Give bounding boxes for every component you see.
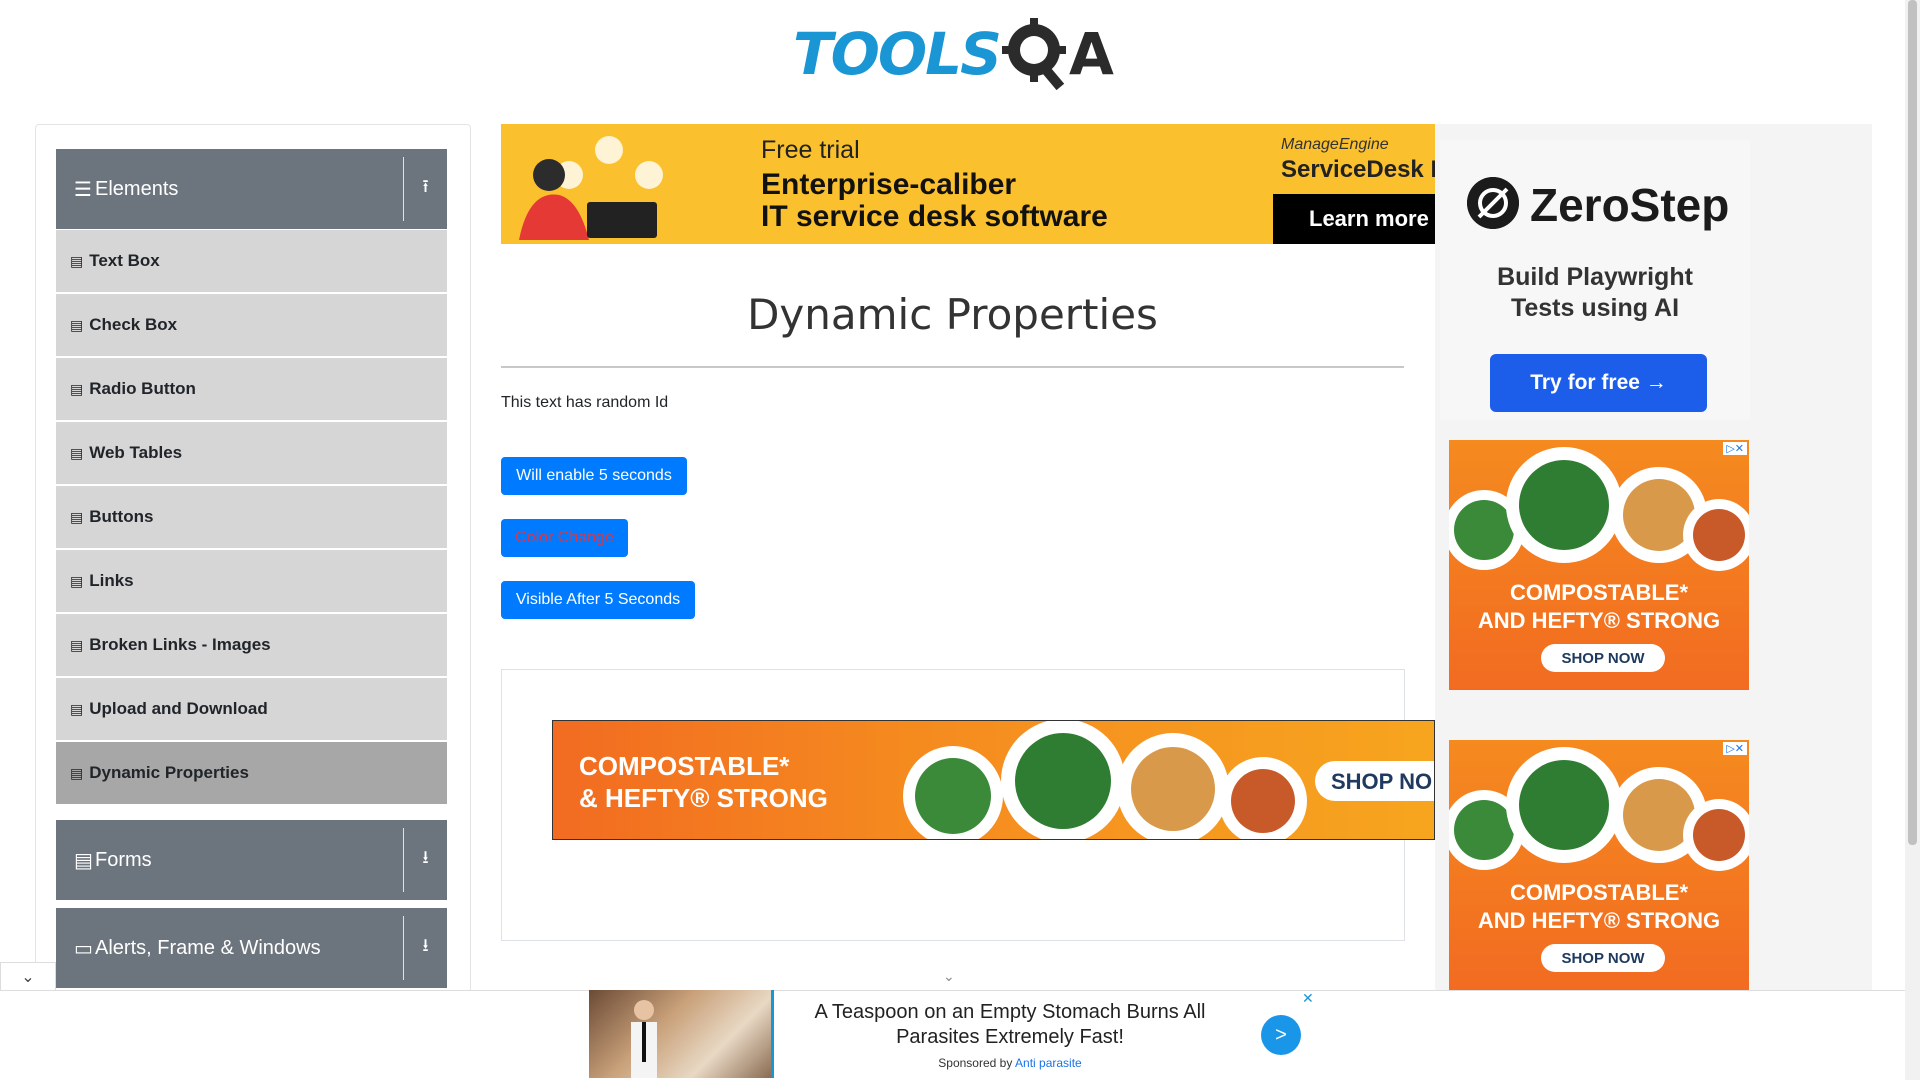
ad-line-3: IT service desk software bbox=[761, 200, 1108, 233]
ad-learn-more-button[interactable]: Learn more bbox=[1273, 194, 1435, 244]
plates-illustration-icon bbox=[1449, 747, 1749, 871]
ad-brand: ServiceDesk Pl bbox=[1281, 156, 1435, 183]
logo-gear-icon bbox=[1002, 18, 1066, 91]
sidebar-item-label: Links bbox=[89, 571, 134, 590]
sidebar-item-label: Buttons bbox=[89, 507, 154, 526]
item-icon: ▤ bbox=[70, 700, 84, 717]
zerostep-logo-icon bbox=[1467, 177, 1519, 229]
shop-now-button[interactable]: SHOP NO bbox=[1315, 761, 1434, 801]
shop-now-button[interactable]: SHOP NOW bbox=[1541, 944, 1665, 972]
sidebar-item-label: Upload and Download bbox=[89, 699, 268, 718]
group-elements[interactable]: ☰ Elements ⭱ bbox=[56, 149, 447, 229]
zerostep-tagline-2: Tests using AI bbox=[1510, 294, 1680, 322]
logo-text: TOOLS bbox=[793, 20, 1002, 88]
ad-sponsor: Sponsored by Anti parasite bbox=[790, 1056, 1230, 1070]
arrow-down-icon[interactable]: ⭳ bbox=[403, 916, 447, 980]
sidebar-item-label: Web Tables bbox=[89, 443, 183, 462]
ad-line-2: AND HEFTY® STRONG bbox=[1477, 908, 1721, 933]
zerostep-brand: ZeroStep bbox=[1530, 179, 1730, 231]
item-icon: ▤ bbox=[70, 444, 84, 461]
go-button[interactable]: > bbox=[1261, 1015, 1301, 1055]
menu-icon: ☰ bbox=[74, 178, 92, 201]
ad-headline[interactable]: A Teaspoon on an Empty Stomach Burns All… bbox=[790, 1000, 1230, 1050]
ad-line-2: AND HEFTY® STRONG bbox=[1477, 608, 1721, 633]
arrow-up-icon[interactable]: ⭱ bbox=[403, 157, 447, 221]
site-header: TOOLS A bbox=[0, 0, 1905, 110]
visible-after-button[interactable]: Visible After 5 Seconds bbox=[501, 581, 695, 619]
item-icon: ▤ bbox=[70, 316, 84, 333]
group-label: Elements bbox=[95, 177, 179, 200]
sidebar-item-label: Broken Links - Images bbox=[89, 635, 271, 654]
adchoices-icon[interactable]: ▷✕ bbox=[1723, 742, 1747, 755]
page-scrollbar[interactable] bbox=[1905, 0, 1920, 1080]
random-id-text: This text has random Id bbox=[501, 394, 669, 411]
item-icon: ▤ bbox=[70, 636, 84, 653]
ad-line-2: & HEFTY® STRONG bbox=[579, 783, 828, 813]
shop-now-button[interactable]: SHOP NOW bbox=[1541, 644, 1665, 672]
chevron-down-icon[interactable]: ⌄ bbox=[0, 962, 56, 990]
adchoices-icon[interactable]: ▷✕ bbox=[1723, 442, 1747, 455]
sidebar-item-upload-download[interactable]: ▤ Upload and Download bbox=[56, 678, 447, 740]
zerostep-tagline: Build Playwright Tests using AI bbox=[1440, 262, 1750, 324]
ad-brand-small: ManageEngine bbox=[1281, 136, 1389, 153]
ad-line-1: COMPOSTABLE* bbox=[1509, 580, 1689, 605]
page-title: Dynamic Properties bbox=[747, 290, 1158, 339]
close-icon[interactable]: ✕ bbox=[1302, 990, 1314, 1007]
item-icon: ▤ bbox=[70, 764, 84, 781]
group-label: Alerts, Frame & Windows bbox=[95, 936, 321, 959]
group-label: Forms bbox=[95, 848, 152, 871]
sidebar-item-label: Text Box bbox=[89, 251, 160, 270]
sponsor-link[interactable]: Anti parasite bbox=[1015, 1056, 1082, 1070]
toolsqa-logo[interactable]: TOOLS A bbox=[793, 14, 1115, 92]
item-icon: ▤ bbox=[70, 508, 84, 525]
ad-line-1: COMPOSTABLE* bbox=[1509, 880, 1689, 905]
sidebar-item-buttons[interactable]: ▤ Buttons bbox=[56, 486, 447, 548]
window-icon: ▭ bbox=[74, 937, 93, 960]
sidebar-item-web-tables[interactable]: ▤ Web Tables bbox=[56, 422, 447, 484]
sidebar-item-text-box[interactable]: ▤ Text Box bbox=[56, 230, 447, 292]
ad-banner-servicedesk[interactable]: Free trial Enterprise-caliber IT service… bbox=[501, 124, 1435, 244]
ad-image[interactable] bbox=[589, 990, 774, 1078]
sidebar-item-links[interactable]: ▤ Links bbox=[56, 550, 447, 612]
title-divider bbox=[501, 366, 1404, 368]
ad-banner-hefty-wide[interactable]: COMPOSTABLE* & HEFTY® STRONG SHOP NO bbox=[552, 720, 1435, 840]
chevron-down-icon[interactable]: ⌄ bbox=[943, 968, 955, 985]
person-illustration-icon bbox=[631, 1000, 657, 1078]
ad-hefty-square[interactable]: COMPOSTABLE* AND HEFTY® STRONG SHOP NOW … bbox=[1449, 740, 1749, 990]
sidebar-item-radio-button[interactable]: ▤ Radio Button bbox=[56, 358, 447, 420]
ad-line-1: Free trial bbox=[761, 136, 860, 164]
sidebar-item-broken-links[interactable]: ▤ Broken Links - Images bbox=[56, 614, 447, 676]
sidebar-item-label: Dynamic Properties bbox=[89, 763, 249, 782]
ad-illustration-icon bbox=[519, 136, 663, 240]
ad-line-2: Enterprise-caliber bbox=[761, 168, 1017, 201]
sponsor-prefix: Sponsored by bbox=[938, 1056, 1013, 1070]
sidebar-item-label: Radio Button bbox=[89, 379, 196, 398]
sidebar-item-label: Check Box bbox=[89, 315, 178, 334]
zerostep-tagline-1: Build Playwright bbox=[1497, 263, 1693, 291]
document-icon: ▤ bbox=[74, 849, 93, 872]
item-icon: ▤ bbox=[70, 572, 84, 589]
plates-illustration-icon bbox=[903, 721, 1307, 839]
enable-after-button[interactable]: Will enable 5 seconds bbox=[501, 457, 687, 495]
plates-illustration-icon bbox=[1449, 447, 1749, 571]
sidebar-item-check-box[interactable]: ▤ Check Box bbox=[56, 294, 447, 356]
logo-suffix: A bbox=[1069, 20, 1114, 88]
group-alerts[interactable]: ▭ Alerts, Frame & Windows ⭳ bbox=[56, 908, 447, 988]
try-for-free-button[interactable]: Try for free → bbox=[1490, 354, 1707, 412]
color-change-button[interactable]: Color Change bbox=[501, 519, 628, 557]
item-icon: ▤ bbox=[70, 380, 84, 397]
arrow-down-icon[interactable]: ⭳ bbox=[403, 828, 447, 892]
scrollbar-thumb[interactable] bbox=[1908, 0, 1917, 845]
item-icon: ▤ bbox=[70, 252, 84, 269]
sidebar-item-dynamic-properties[interactable]: ▤ Dynamic Properties bbox=[56, 742, 447, 804]
group-forms[interactable]: ▤ Forms ⭳ bbox=[56, 820, 447, 900]
ad-hefty-square[interactable]: COMPOSTABLE* AND HEFTY® STRONG SHOP NOW … bbox=[1449, 440, 1749, 690]
ad-line-1: COMPOSTABLE* bbox=[579, 751, 790, 781]
